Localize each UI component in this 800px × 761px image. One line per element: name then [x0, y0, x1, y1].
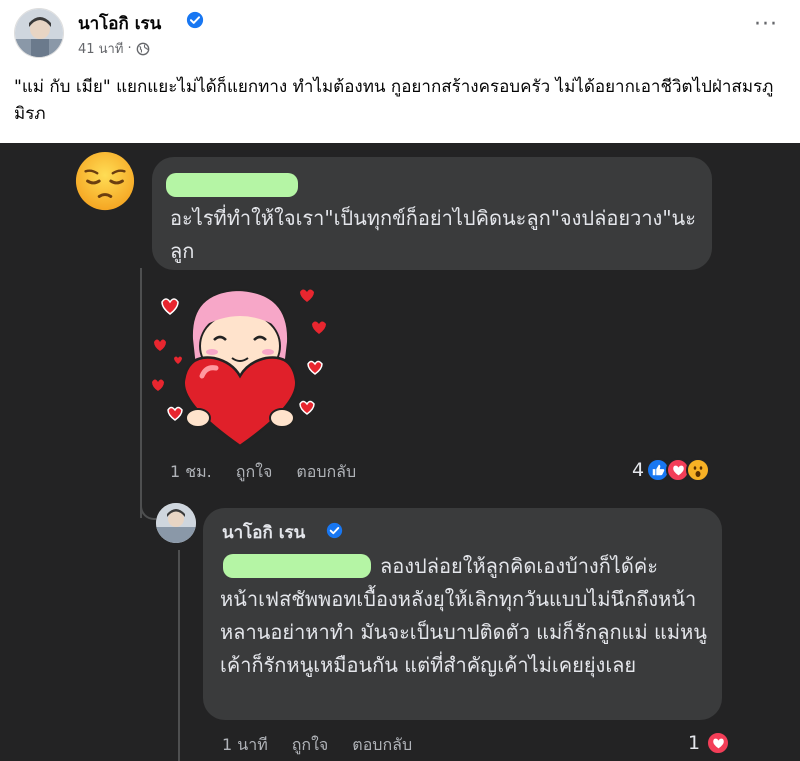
like-button[interactable]: ถูกใจ — [236, 460, 273, 485]
author-avatar[interactable] — [14, 8, 64, 58]
pensive-face-icon — [75, 151, 135, 211]
post-header: นาโอกิ เรน 41 นาที · ··· "แม่ กับ เมีย" … — [0, 0, 800, 143]
reaction-summary[interactable]: 1 — [688, 731, 731, 755]
globe-icon — [136, 42, 149, 55]
reply-text-first-line: ลองปล่อยให้ลูกคิดเองบ้างก็ได้ค่ะ — [380, 554, 658, 578]
redacted-name — [166, 173, 298, 197]
more-options-button[interactable]: ··· — [754, 14, 778, 36]
reply-button[interactable]: ตอบกลับ — [296, 460, 356, 485]
reaction-count: 4 — [632, 459, 645, 481]
reaction-count: 1 — [688, 732, 701, 754]
reply-time[interactable]: 1 นาที — [222, 733, 268, 758]
comment-text: อะไรที่ทำให้ใจเรา"เป็นทุกข์ก็อย่าไปคิดนะ… — [170, 206, 696, 263]
thread-line — [140, 268, 142, 518]
love-icon — [706, 731, 731, 755]
reply-button[interactable]: ตอบกลับ — [352, 733, 412, 758]
verified-badge-icon — [326, 522, 343, 539]
comment-actions: 1 ชม. ถูกใจ ตอบกลับ — [170, 460, 356, 485]
meta-separator: · — [127, 41, 132, 56]
reaction-summary[interactable]: 4 — [632, 458, 711, 482]
post-caption: "แม่ กับ เมีย" แยกแยะไม่ได้ก็แยกทาง ทำไม… — [14, 77, 774, 124]
wow-icon — [686, 458, 711, 482]
reply-text: หน้าเฟสชัพพอทเบื้องหลังยุให้เลิกทุกวันแบ… — [220, 587, 707, 677]
thread-line-reply — [178, 550, 180, 761]
redacted-mention — [223, 554, 371, 578]
reply-actions: 1 นาที ถูกใจ ตอบกลับ — [222, 733, 412, 758]
verified-badge-icon — [186, 11, 204, 29]
post-time[interactable]: 41 นาที — [78, 38, 123, 59]
like-button[interactable]: ถูกใจ — [292, 733, 329, 758]
reply-author-name[interactable]: นาโอกิ เรน — [222, 519, 305, 546]
post-meta: 41 นาที · — [78, 38, 150, 59]
heart-girl-sticker — [152, 288, 326, 448]
post-author-name[interactable]: นาโอกิ เรน — [78, 10, 161, 37]
comment-time[interactable]: 1 ชม. — [170, 460, 212, 485]
reply-author-avatar[interactable] — [156, 503, 196, 543]
